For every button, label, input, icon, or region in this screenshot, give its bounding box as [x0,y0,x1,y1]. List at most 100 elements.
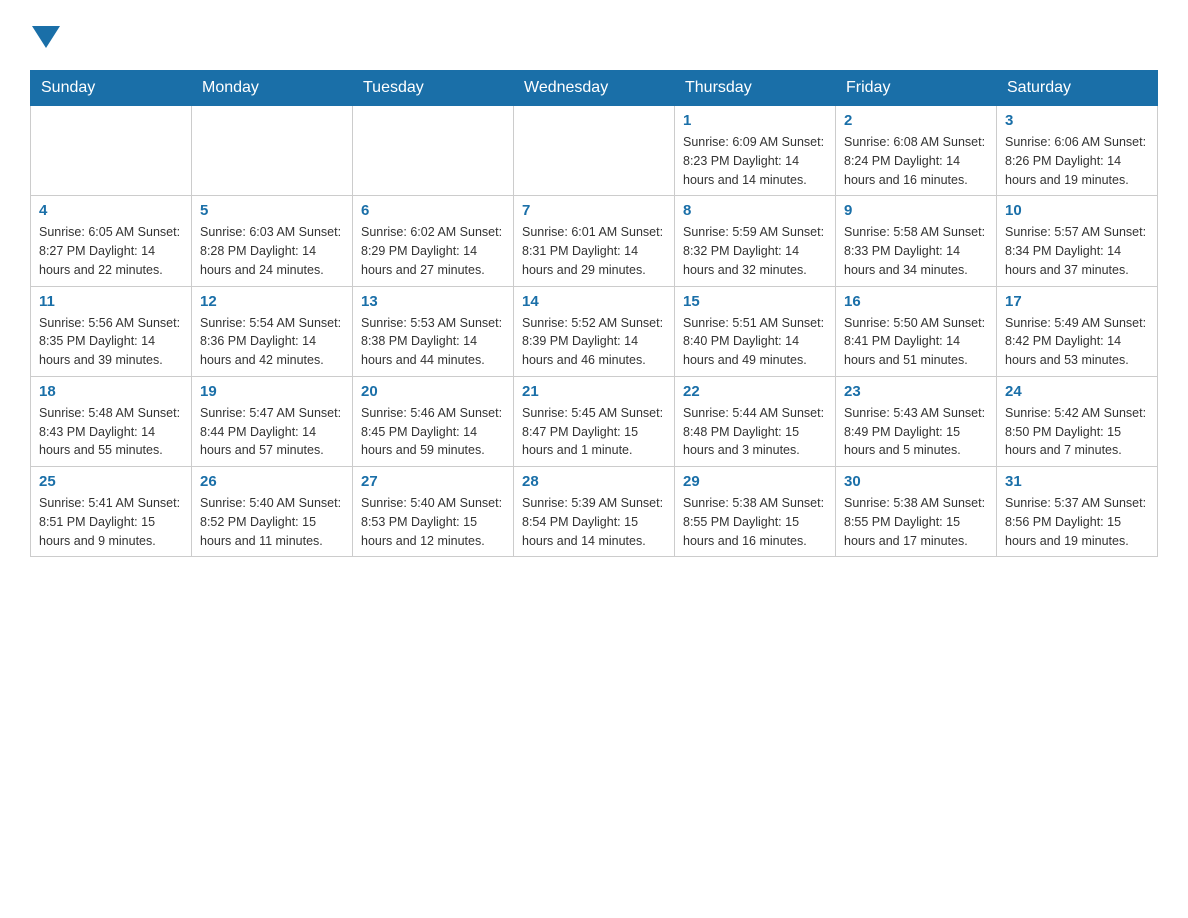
day-number: 22 [683,383,827,400]
day-number: 12 [200,293,344,310]
day-info: Sunrise: 5:43 AM Sunset: 8:49 PM Dayligh… [844,404,988,460]
calendar-cell: 11 Sunrise: 5:56 AM Sunset: 8:35 PM Dayli… [31,286,192,376]
day-info: Sunrise: 5:57 AM Sunset: 8:34 PM Dayligh… [1005,223,1149,279]
calendar-cell: 20Sunrise: 5:46 AM Sunset: 8:45 PM Dayli… [353,376,514,466]
day-info: Sunrise: 5:54 AM Sunset: 8:36 PM Dayligh… [200,314,344,370]
calendar-cell: 23 Sunrise: 5:43 AM Sunset: 8:49 PM Dayli… [836,376,997,466]
calendar-cell: 8 Sunrise: 5:59 AM Sunset: 8:32 PM Daylig… [675,196,836,286]
day-number: 25 [39,473,183,490]
day-number: 7 [522,202,666,219]
day-number: 2 [844,112,988,129]
calendar-cell: 24 Sunrise: 5:42 AM Sunset: 8:50 PM Dayli… [997,376,1158,466]
day-info: Sunrise: 5:45 AM Sunset: 8:47 PM Dayligh… [522,404,666,460]
day-number: 14 [522,293,666,310]
calendar-cell: 26Sunrise: 5:40 AM Sunset: 8:52 PM Dayli… [192,467,353,557]
calendar-week-row: 4 Sunrise: 6:05 AM Sunset: 8:27 PM Daylig… [31,196,1158,286]
day-info: Sunrise: 5:49 AM Sunset: 8:42 PM Dayligh… [1005,314,1149,370]
weekday-header-sunday: Sunday [31,71,192,106]
day-info: Sunrise: 5:59 AM Sunset: 8:32 PM Dayligh… [683,223,827,279]
day-info: Sunrise: 5:52 AM Sunset: 8:39 PM Dayligh… [522,314,666,370]
logo [30,20,60,50]
calendar-cell: 16 Sunrise: 5:50 AM Sunset: 8:41 PM Dayli… [836,286,997,376]
day-info: Sunrise: 5:37 AM Sunset: 8:56 PM Dayligh… [1005,494,1149,550]
day-info: Sunrise: 5:44 AM Sunset: 8:48 PM Dayligh… [683,404,827,460]
day-info: Sunrise: 6:01 AM Sunset: 8:31 PM Dayligh… [522,223,666,279]
calendar-cell [192,106,353,196]
calendar-cell: 13Sunrise: 5:53 AM Sunset: 8:38 PM Dayli… [353,286,514,376]
day-number: 20 [361,383,505,400]
day-number: 9 [844,202,988,219]
calendar-header-row: SundayMondayTuesdayWednesdayThursdayFrid… [31,71,1158,106]
calendar-cell: 4 Sunrise: 6:05 AM Sunset: 8:27 PM Daylig… [31,196,192,286]
weekday-header-monday: Monday [192,71,353,106]
day-info: Sunrise: 5:48 AM Sunset: 8:43 PM Dayligh… [39,404,183,460]
day-number: 30 [844,473,988,490]
day-info: Sunrise: 5:41 AM Sunset: 8:51 PM Dayligh… [39,494,183,550]
day-number: 24 [1005,383,1149,400]
calendar-table: SundayMondayTuesdayWednesdayThursdayFrid… [30,70,1158,557]
calendar-cell: 25 Sunrise: 5:41 AM Sunset: 8:51 PM Dayli… [31,467,192,557]
day-info: Sunrise: 5:47 AM Sunset: 8:44 PM Dayligh… [200,404,344,460]
day-number: 27 [361,473,505,490]
calendar-cell: 22 Sunrise: 5:44 AM Sunset: 8:48 PM Dayli… [675,376,836,466]
calendar-cell: 2 Sunrise: 6:08 AM Sunset: 8:24 PM Daylig… [836,106,997,196]
day-number: 4 [39,202,183,219]
day-info: Sunrise: 5:38 AM Sunset: 8:55 PM Dayligh… [683,494,827,550]
day-number: 5 [200,202,344,219]
day-number: 18 [39,383,183,400]
calendar-week-row: 18 Sunrise: 5:48 AM Sunset: 8:43 PM Dayli… [31,376,1158,466]
calendar-cell [31,106,192,196]
calendar-cell: 31Sunrise: 5:37 AM Sunset: 8:56 PM Dayli… [997,467,1158,557]
calendar-cell: 14 Sunrise: 5:52 AM Sunset: 8:39 PM Dayli… [514,286,675,376]
day-info: Sunrise: 6:02 AM Sunset: 8:29 PM Dayligh… [361,223,505,279]
day-info: Sunrise: 6:09 AM Sunset: 8:23 PM Dayligh… [683,133,827,189]
weekday-header-thursday: Thursday [675,71,836,106]
day-number: 28 [522,473,666,490]
day-info: Sunrise: 6:05 AM Sunset: 8:27 PM Dayligh… [39,223,183,279]
calendar-cell: 15 Sunrise: 5:51 AM Sunset: 8:40 PM Dayli… [675,286,836,376]
logo-triangle-icon [32,26,60,48]
day-number: 11 [39,293,183,310]
day-info: Sunrise: 5:40 AM Sunset: 8:53 PM Dayligh… [361,494,505,550]
calendar-cell: 19Sunrise: 5:47 AM Sunset: 8:44 PM Dayli… [192,376,353,466]
calendar-cell [353,106,514,196]
day-number: 21 [522,383,666,400]
day-info: Sunrise: 6:06 AM Sunset: 8:26 PM Dayligh… [1005,133,1149,189]
calendar-cell: 1 Sunrise: 6:09 AM Sunset: 8:23 PM Daylig… [675,106,836,196]
calendar-cell: 9Sunrise: 5:58 AM Sunset: 8:33 PM Daylig… [836,196,997,286]
day-info: Sunrise: 5:51 AM Sunset: 8:40 PM Dayligh… [683,314,827,370]
calendar-cell: 5 Sunrise: 6:03 AM Sunset: 8:28 PM Daylig… [192,196,353,286]
calendar-cell: 18 Sunrise: 5:48 AM Sunset: 8:43 PM Dayli… [31,376,192,466]
day-number: 23 [844,383,988,400]
calendar-week-row: 11 Sunrise: 5:56 AM Sunset: 8:35 PM Dayli… [31,286,1158,376]
day-info: Sunrise: 6:03 AM Sunset: 8:28 PM Dayligh… [200,223,344,279]
day-info: Sunrise: 5:42 AM Sunset: 8:50 PM Dayligh… [1005,404,1149,460]
weekday-header-friday: Friday [836,71,997,106]
calendar-cell: 29Sunrise: 5:38 AM Sunset: 8:55 PM Dayli… [675,467,836,557]
calendar-cell: 7 Sunrise: 6:01 AM Sunset: 8:31 PM Daylig… [514,196,675,286]
calendar-week-row: 25 Sunrise: 5:41 AM Sunset: 8:51 PM Dayli… [31,467,1158,557]
day-number: 15 [683,293,827,310]
day-info: Sunrise: 5:40 AM Sunset: 8:52 PM Dayligh… [200,494,344,550]
calendar-cell: 28 Sunrise: 5:39 AM Sunset: 8:54 PM Dayli… [514,467,675,557]
day-number: 1 [683,112,827,129]
weekday-header-tuesday: Tuesday [353,71,514,106]
calendar-week-row: 1 Sunrise: 6:09 AM Sunset: 8:23 PM Daylig… [31,106,1158,196]
day-number: 8 [683,202,827,219]
day-number: 6 [361,202,505,219]
calendar-cell: 21 Sunrise: 5:45 AM Sunset: 8:47 PM Dayli… [514,376,675,466]
day-number: 16 [844,293,988,310]
day-info: Sunrise: 5:56 AM Sunset: 8:35 PM Dayligh… [39,314,183,370]
calendar-cell: 10 Sunrise: 5:57 AM Sunset: 8:34 PM Dayli… [997,196,1158,286]
weekday-header-saturday: Saturday [997,71,1158,106]
page-header [30,20,1158,50]
calendar-cell: 17Sunrise: 5:49 AM Sunset: 8:42 PM Dayli… [997,286,1158,376]
calendar-cell [514,106,675,196]
day-info: Sunrise: 5:50 AM Sunset: 8:41 PM Dayligh… [844,314,988,370]
weekday-header-wednesday: Wednesday [514,71,675,106]
day-info: Sunrise: 5:39 AM Sunset: 8:54 PM Dayligh… [522,494,666,550]
day-info: Sunrise: 6:08 AM Sunset: 8:24 PM Dayligh… [844,133,988,189]
day-number: 3 [1005,112,1149,129]
day-number: 10 [1005,202,1149,219]
calendar-cell: 6 Sunrise: 6:02 AM Sunset: 8:29 PM Daylig… [353,196,514,286]
